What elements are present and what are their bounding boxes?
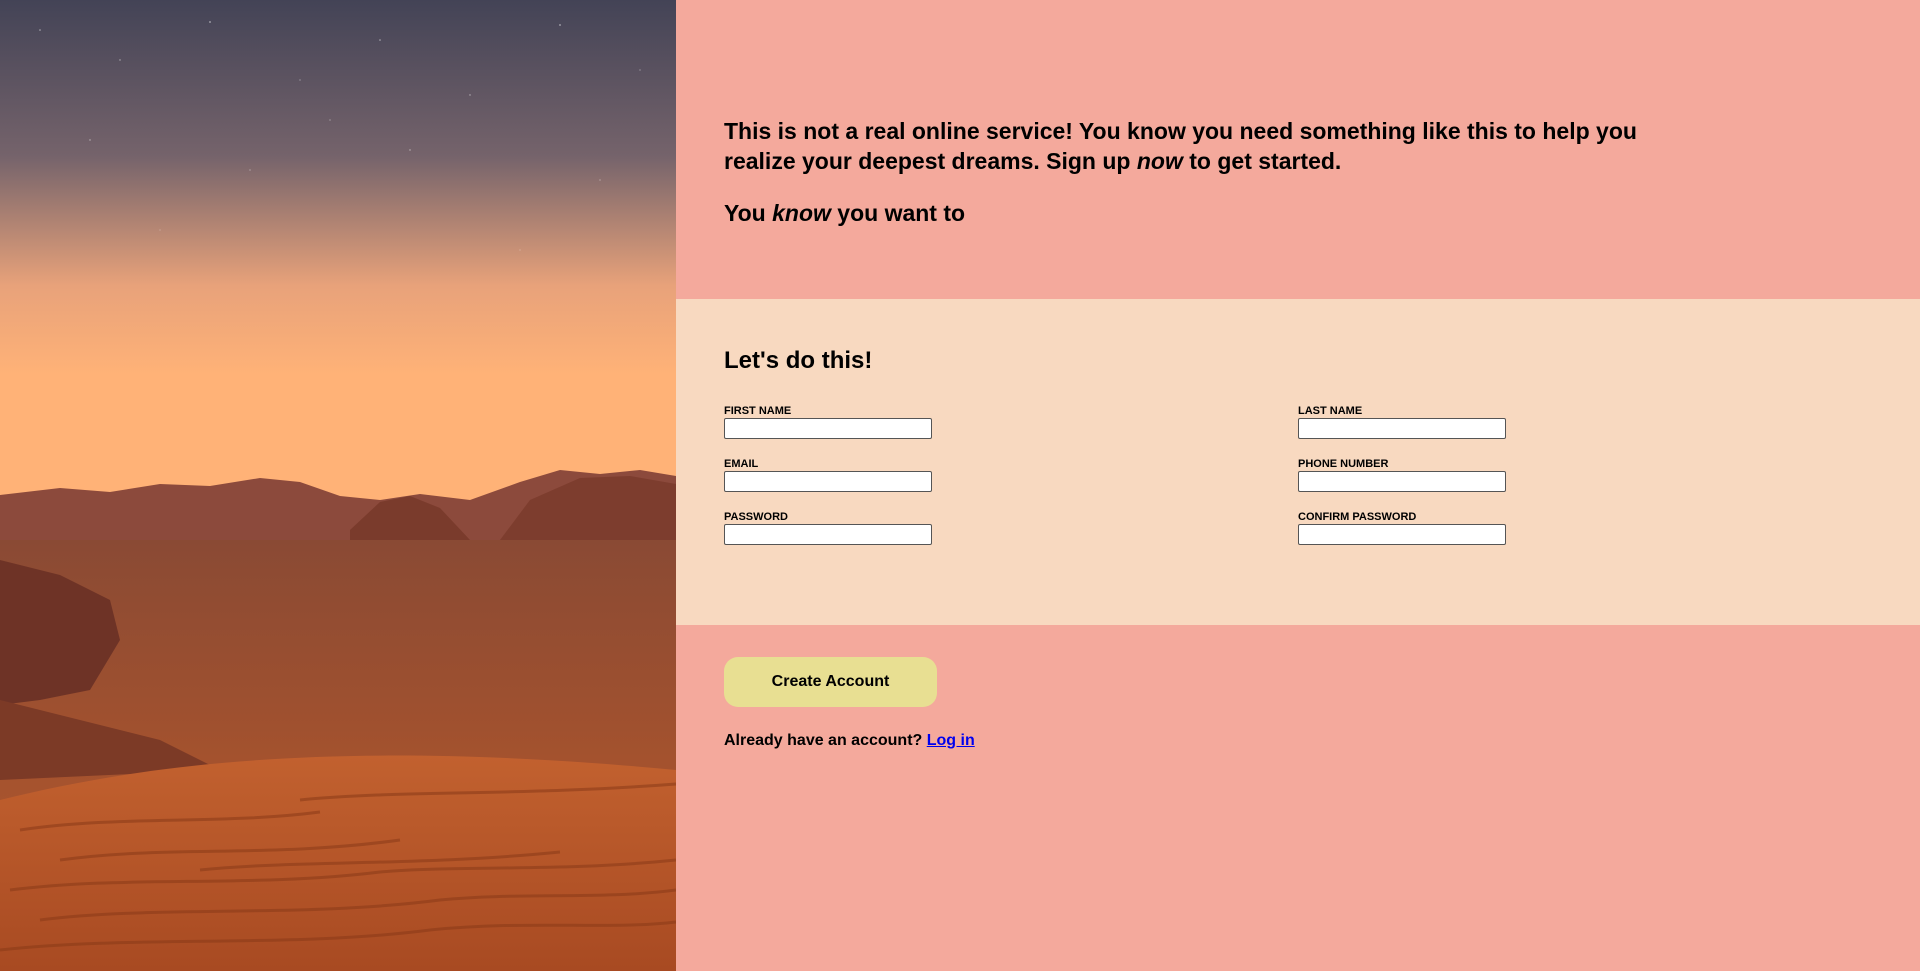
last-name-label: Last Name [1298, 405, 1363, 417]
confirm-password-label: Confirm Password [1298, 511, 1417, 523]
intro-tagline: You know you want to [724, 198, 1644, 228]
password-input[interactable] [724, 524, 932, 545]
email-group: Email [724, 458, 1298, 492]
intro-emphasis-now: now [1136, 148, 1183, 174]
intro-section: This is not a real online service! You k… [676, 0, 1920, 299]
tagline-part: you want to [830, 200, 966, 226]
signup-form-panel: Let's do this! First Name Last Name Emai… [676, 299, 1920, 625]
password-group: Password [724, 511, 1298, 545]
actions-section: Create Account Already have an account? … [676, 625, 1920, 971]
login-prompt: Already have an account? Log in [724, 732, 1920, 750]
login-link[interactable]: Log in [927, 732, 975, 749]
intro-text-part: to get started. [1182, 148, 1342, 174]
password-label: Password [724, 511, 788, 523]
phone-input[interactable] [1298, 471, 1506, 492]
create-account-button[interactable]: Create Account [724, 657, 937, 707]
phone-label: Phone Number [1298, 458, 1389, 470]
signup-form: First Name Last Name Email Phone Number … [724, 405, 1920, 545]
email-input[interactable] [724, 471, 932, 492]
main-content: This is not a real online service! You k… [676, 0, 1920, 971]
phone-group: Phone Number [1298, 458, 1698, 492]
first-name-input[interactable] [724, 418, 932, 439]
last-name-group: Last Name [1298, 405, 1698, 439]
email-label: Email [724, 458, 759, 470]
login-prompt-text: Already have an account? [724, 732, 927, 749]
first-name-label: First Name [724, 405, 792, 417]
first-name-group: First Name [724, 405, 1298, 439]
hero-image [0, 0, 676, 971]
tagline-part: You [724, 200, 773, 226]
confirm-password-group: Confirm Password [1298, 511, 1698, 545]
confirm-password-input[interactable] [1298, 524, 1506, 545]
form-heading: Let's do this! [724, 347, 873, 374]
intro-text: This is not a real online service! You k… [724, 116, 1644, 176]
tagline-emphasis-know: know [772, 200, 831, 226]
last-name-input[interactable] [1298, 418, 1506, 439]
desert-landscape-image [0, 0, 676, 971]
